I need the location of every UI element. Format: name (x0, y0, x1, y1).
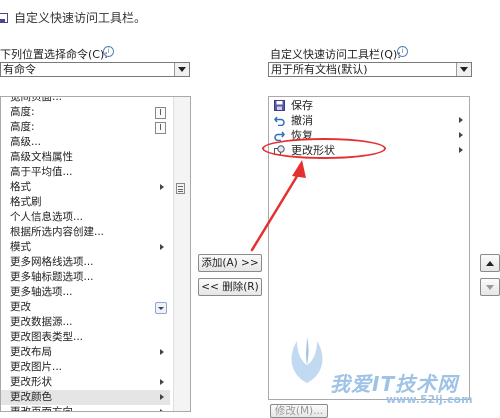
arrow-up-icon (486, 261, 494, 266)
list-item[interactable]: 更改数据源... (1, 315, 170, 330)
list-item[interactable]: 更改页面方向 (1, 405, 170, 412)
customize-toolbar-label: 自定义快速访问工具栏(Q): (270, 48, 401, 61)
height-icon[interactable]: I (155, 107, 166, 119)
move-down-button[interactable] (480, 278, 500, 296)
chevron-down-icon[interactable] (174, 63, 189, 76)
submenu-arrow-icon (160, 379, 164, 385)
list-item-label: 高度: (10, 106, 35, 118)
customize-scope-dropdown[interactable]: 用于所有文档(默认) (268, 62, 472, 77)
list-item[interactable]: 更改颜色 (1, 390, 170, 405)
list-item-label: 高级文档属性 (10, 151, 73, 163)
list-item-label: 模式 (10, 241, 31, 253)
info-icon: i (103, 46, 114, 57)
customize-scope-value: 用于所有文档(默认) (271, 63, 368, 76)
list-item[interactable]: 更多网格线选项... (1, 255, 170, 270)
list-item[interactable]: 宽间页面... (1, 96, 170, 105)
list-item[interactable]: 更改 (1, 300, 170, 315)
list-scroll-thumb-icon[interactable] (176, 183, 185, 194)
list-item[interactable]: 高级文档属性 (1, 150, 170, 165)
list-item[interactable]: 更改形状 (1, 375, 170, 390)
height-spin-icon[interactable]: I (155, 122, 166, 134)
list-item[interactable]: 个人信息选项... (1, 210, 170, 225)
info-icon: i (397, 46, 408, 57)
list-item-label: 更改页面方向 (10, 406, 73, 412)
commands-scrollbar[interactable] (173, 97, 190, 411)
list-item-label: 高级... (10, 136, 42, 148)
list-item-label: 更改颜色 (10, 391, 52, 403)
remove-button[interactable]: << 删除(R) (198, 278, 262, 296)
undo-icon (274, 116, 285, 126)
list-item[interactable]: 高级... (1, 135, 170, 150)
toolbar-item-save[interactable]: 保存 (269, 98, 469, 113)
list-item[interactable]: 高度: I (1, 120, 170, 135)
list-item[interactable]: 更改图表类型... (1, 330, 170, 345)
submenu-arrow-icon (459, 132, 463, 138)
submenu-arrow-icon (160, 349, 164, 355)
list-item-label: 更改图表类型... (10, 331, 84, 343)
choose-commands-dropdown[interactable]: 有命令 (0, 62, 190, 77)
list-item-label: 格式 (10, 181, 31, 193)
list-item[interactable]: 格式 (1, 180, 170, 195)
list-item[interactable]: 根据所选内容创建... (1, 225, 170, 240)
redo-icon (274, 131, 285, 141)
list-item[interactable]: 更改布局 (1, 345, 170, 360)
list-item-label: 更改图片... (10, 361, 63, 373)
move-up-button[interactable] (480, 254, 500, 272)
list-item-label: 更多轴选项... (10, 286, 73, 298)
watermark-url: www.52ij.com (386, 393, 473, 406)
toolbar-item-undo[interactable]: 撤消 (269, 113, 469, 128)
list-item-label: 更改形状 (10, 376, 52, 388)
list-item[interactable]: 高于平均值... (1, 165, 170, 180)
list-item[interactable]: 高度: I (1, 105, 170, 120)
submenu-arrow-icon (459, 117, 463, 123)
submenu-arrow-icon (459, 147, 463, 153)
submenu-arrow-icon (160, 184, 164, 190)
modify-button[interactable]: 修改(M)... (270, 404, 328, 418)
list-item-label: 高度: (10, 121, 35, 133)
list-item[interactable]: 更多轴标题选项... (1, 270, 170, 285)
dialog-title: 自定义快速访问工具栏。 (14, 11, 147, 25)
submenu-arrow-icon (160, 244, 164, 250)
list-item-label: 更多网格线选项... (10, 256, 94, 268)
list-item-label: 更改数据源... (10, 316, 73, 328)
save-icon (274, 100, 285, 111)
list-item-label: 个人信息选项... (10, 211, 84, 223)
choose-commands-label: 下列位置选择命令(C): (0, 48, 108, 61)
choose-commands-value: 有命令 (3, 63, 36, 76)
list-item[interactable]: 更多轴选项... (1, 285, 170, 300)
arrow-down-icon (486, 285, 494, 290)
list-item-label: 宽间页面... (10, 96, 63, 103)
annotation-arrow-icon (250, 160, 306, 252)
commands-list-items: 宽间页面... 高度: I 高度: I 高级... 高级文档属性 高于平均值... 格式格式刷个… (1, 97, 190, 411)
list-item-label: 高于平均值... (10, 166, 73, 178)
submenu-arrow-icon (160, 394, 164, 400)
list-item[interactable]: 格式刷 (1, 195, 170, 210)
list-item[interactable]: 更改图片... (1, 360, 170, 375)
commands-list[interactable]: 宽间页面... 高度: I 高度: I 高级... 高级文档属性 高于平均值... 格式格式刷个… (0, 96, 191, 412)
watermark-logo-icon (291, 337, 323, 383)
list-item-label: 更改布局 (10, 346, 52, 358)
dropdown-icon[interactable] (155, 302, 167, 314)
list-item-label: 根据所选内容创建... (10, 226, 105, 238)
list-item-label: 格式刷 (10, 196, 42, 208)
list-item-label: 更多轴标题选项... (10, 271, 94, 283)
list-item-label: 更改 (10, 301, 31, 313)
quick-access-icon (0, 13, 8, 23)
list-item[interactable]: 模式 (1, 240, 170, 255)
chevron-down-icon[interactable] (456, 63, 471, 76)
